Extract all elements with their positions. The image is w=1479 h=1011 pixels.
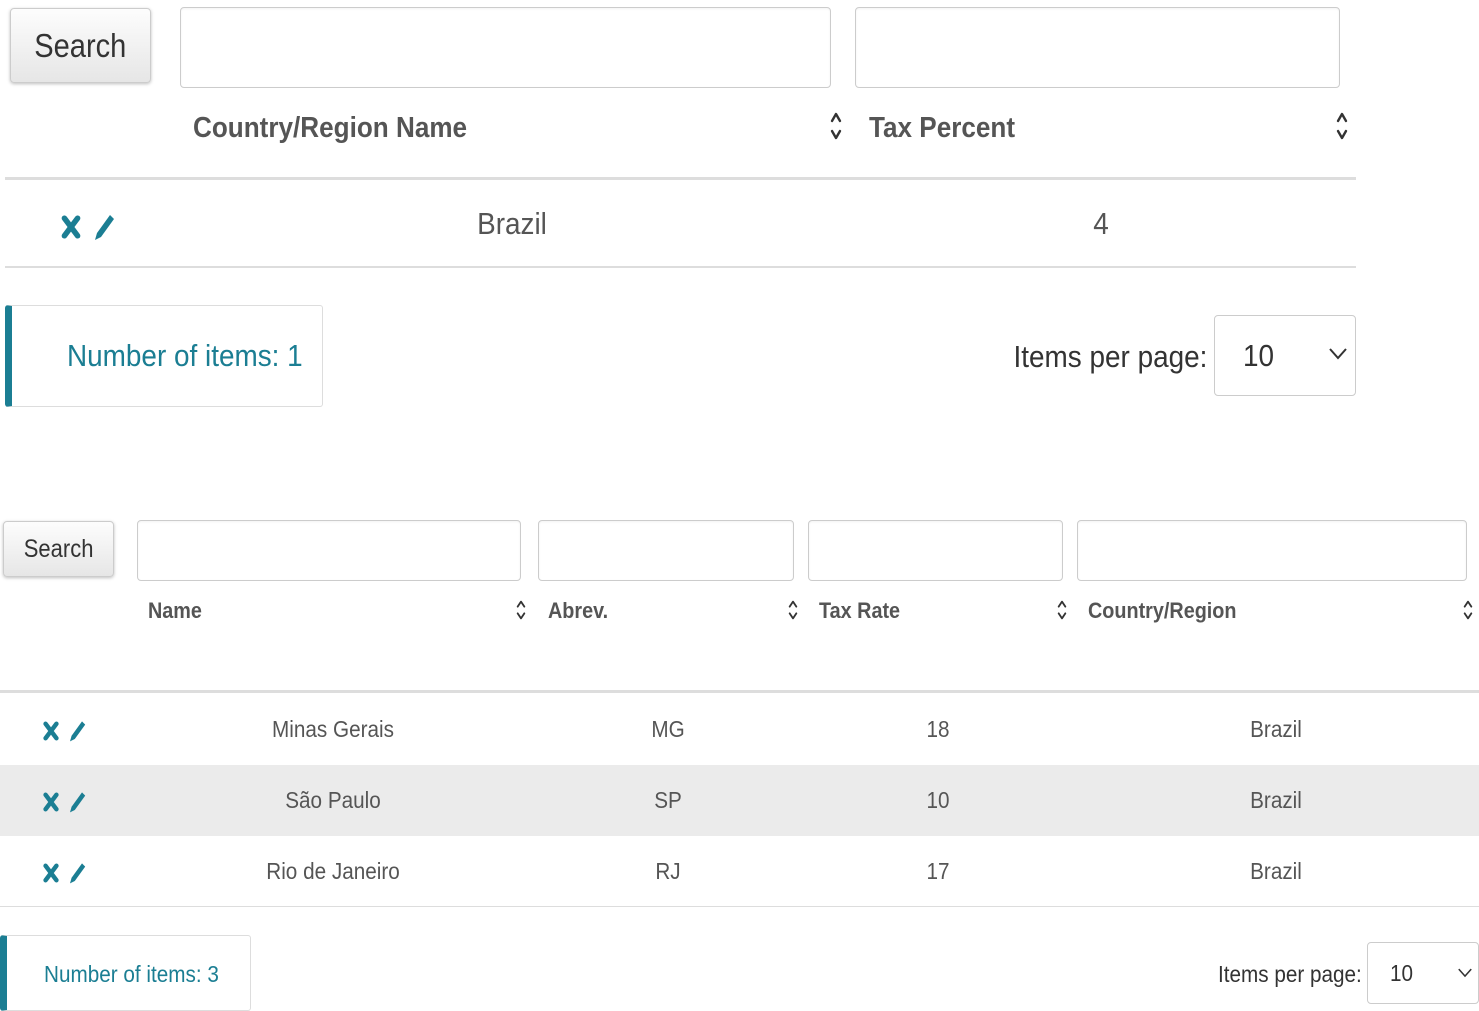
items-per-page-value: 10 bbox=[1390, 960, 1414, 986]
tax-percent-filter-input[interactable] bbox=[855, 7, 1340, 88]
item-count-panel: Number of items: 3 bbox=[0, 935, 251, 1011]
sort-icon[interactable] bbox=[1463, 597, 1473, 623]
state-name-cell: Rio de Janeiro bbox=[266, 858, 400, 884]
state-name-cell: São Paulo bbox=[285, 787, 381, 813]
column-header-name[interactable]: Name bbox=[148, 598, 202, 624]
row-divider bbox=[0, 906, 1479, 907]
tax-rate-cell: 17 bbox=[926, 858, 950, 884]
state-search-button[interactable]: Search bbox=[3, 521, 114, 577]
country-region-cell: Brazil bbox=[1250, 787, 1302, 813]
delete-icon[interactable] bbox=[42, 720, 60, 742]
row-divider bbox=[5, 266, 1356, 268]
item-count-panel: Number of items: 1 bbox=[5, 305, 323, 407]
sort-icon[interactable] bbox=[1057, 597, 1067, 623]
column-header-tax-rate[interactable]: Tax Rate bbox=[819, 598, 900, 624]
items-per-page-value: 10 bbox=[1243, 338, 1275, 373]
sort-icon[interactable] bbox=[830, 110, 842, 142]
column-header-country-region[interactable]: Country/Region bbox=[1088, 598, 1237, 624]
country-search-button[interactable]: Search bbox=[10, 8, 151, 83]
tax-rate-cell: 18 bbox=[926, 716, 950, 742]
tax-rate-cell: 10 bbox=[926, 787, 950, 813]
column-header-country-name[interactable]: Country/Region Name bbox=[193, 112, 467, 145]
item-count-text: Number of items: 3 bbox=[44, 961, 219, 987]
state-search-button-label: Search bbox=[23, 534, 94, 563]
country-search-button-label: Search bbox=[34, 26, 127, 64]
chevron-down-icon bbox=[1458, 968, 1472, 978]
country-region-cell: Brazil bbox=[1250, 716, 1302, 742]
state-name-filter-input[interactable] bbox=[137, 520, 521, 581]
tax-percent-cell: 4 bbox=[1093, 206, 1109, 241]
sort-icon[interactable] bbox=[516, 597, 526, 623]
header-divider bbox=[0, 690, 1479, 693]
item-count-text: Number of items: 1 bbox=[67, 338, 303, 373]
header-divider bbox=[5, 177, 1356, 180]
column-header-tax-percent[interactable]: Tax Percent bbox=[869, 112, 1015, 145]
abrev-filter-input[interactable] bbox=[538, 520, 794, 581]
tax-rate-filter-input[interactable] bbox=[808, 520, 1063, 581]
items-per-page-select[interactable]: 10 bbox=[1214, 315, 1356, 396]
edit-icon[interactable] bbox=[68, 719, 88, 743]
country-name-filter-input[interactable] bbox=[180, 7, 831, 88]
delete-icon[interactable] bbox=[60, 213, 82, 241]
edit-icon[interactable] bbox=[93, 212, 117, 242]
items-per-page-label: Items per page: bbox=[1218, 961, 1362, 987]
row-actions bbox=[42, 860, 88, 886]
chevron-down-icon bbox=[1329, 348, 1347, 360]
edit-icon[interactable] bbox=[68, 790, 88, 814]
row-actions bbox=[42, 718, 88, 744]
row-actions bbox=[42, 789, 88, 815]
sort-icon[interactable] bbox=[1336, 110, 1348, 142]
sort-icon[interactable] bbox=[788, 597, 798, 623]
column-header-abrev[interactable]: Abrev. bbox=[548, 598, 608, 624]
country-region-cell: Brazil bbox=[1250, 858, 1302, 884]
delete-icon[interactable] bbox=[42, 862, 60, 884]
items-per-page-label: Items per page: bbox=[1013, 339, 1207, 374]
delete-icon[interactable] bbox=[42, 791, 60, 813]
abrev-cell: SP bbox=[654, 787, 682, 813]
abrev-cell: RJ bbox=[655, 858, 681, 884]
row-actions bbox=[60, 212, 117, 242]
abrev-cell: MG bbox=[651, 716, 685, 742]
items-per-page-select[interactable]: 10 bbox=[1367, 942, 1479, 1004]
edit-icon[interactable] bbox=[68, 861, 88, 885]
country-name-cell: Brazil bbox=[477, 206, 547, 241]
country-region-filter-input[interactable] bbox=[1077, 520, 1467, 581]
state-name-cell: Minas Gerais bbox=[272, 716, 394, 742]
